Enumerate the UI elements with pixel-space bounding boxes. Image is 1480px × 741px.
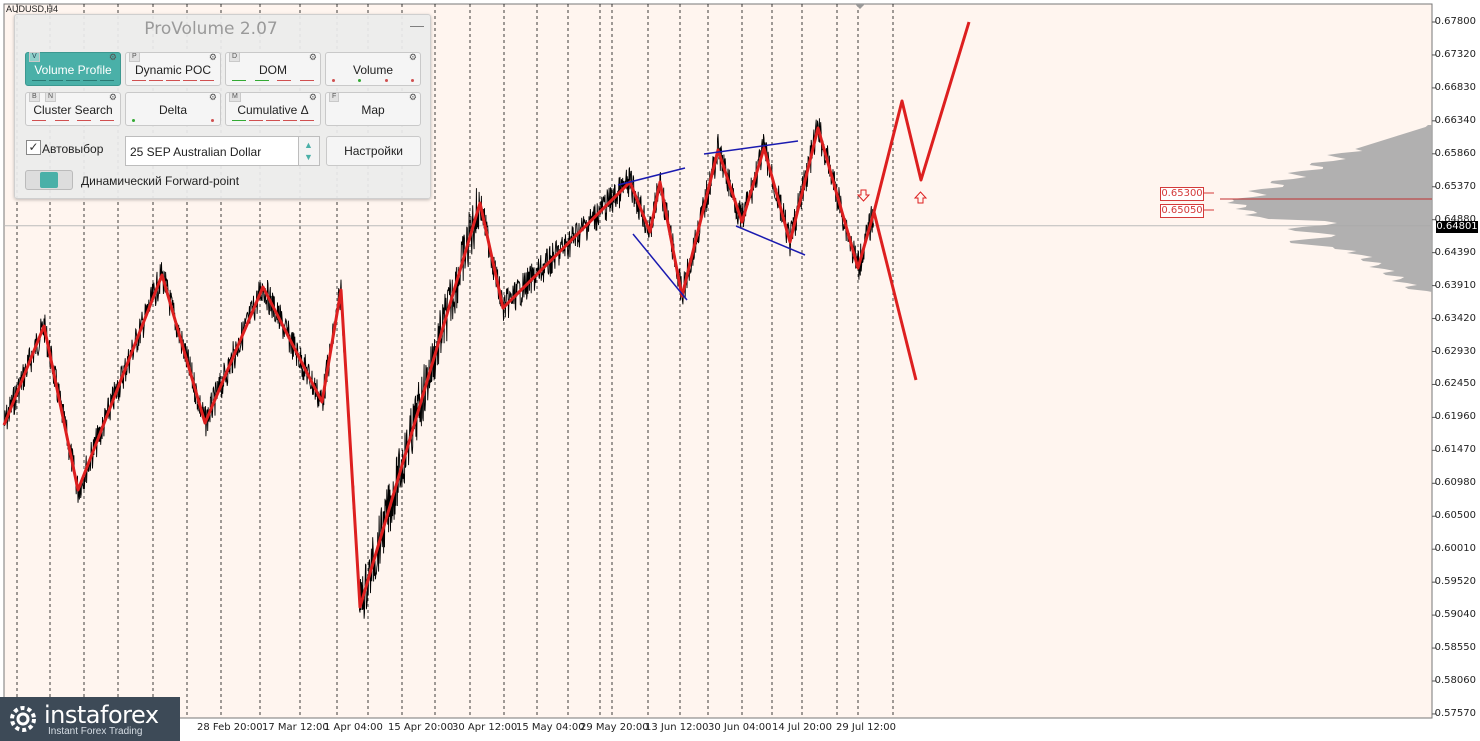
time-label: 15 May 04:00 [516,722,585,733]
cluster-search-button[interactable]: B N ⚙ Cluster Search [25,92,121,126]
price-level-label: 0.58550 [1434,642,1476,654]
button-label: Volume [352,63,394,77]
current-price-tag: 0.64801 [1436,221,1478,233]
price-level-label: 0.67800 [1434,16,1476,27]
logo-name: instaforex [44,701,159,729]
price-level-label: 0.61470 [1434,444,1476,456]
price-level-label: 0.57570 [1434,707,1476,719]
button-label: Map [361,103,385,117]
time-label: 14 Jul 20:00 [772,722,832,733]
auto-select-checkbox[interactable]: ✓ [26,140,41,155]
hotkey-badge: V [29,52,40,62]
button-label: Volume Profile [34,63,112,77]
map-button[interactable]: F ⚙ Map [325,92,421,126]
instaforex-logo: instaforex Instant Forex Trading [0,697,180,741]
dynamic-poc-button[interactable]: P ⚙ Dynamic POC [125,52,221,86]
price-level-label: 0.65370 [1434,180,1476,192]
time-label: 13 Jun 12:00 [645,722,709,733]
price-level-label: 0.62930 [1434,345,1476,357]
price-level-label: 0.63420 [1434,312,1476,324]
price-level-label: 0.59040 [1434,609,1476,621]
hotkey-badge: F [329,92,340,102]
gear-icon[interactable]: ⚙ [409,92,417,102]
time-label: 1 Apr 04:00 [324,722,383,733]
hotkey-badge: P [129,52,140,62]
gear-icon[interactable]: ⚙ [409,52,417,62]
hotkey-badge: D [229,52,241,62]
gear-icon[interactable]: ⚙ [309,92,317,102]
gear-icon[interactable]: ⚙ [109,92,117,102]
price-level-label: 0.64390 [1434,246,1476,258]
toggle-knob [40,172,58,188]
price-level-label: 0.58060 [1434,675,1476,686]
price-level-label: 0.66830 [1434,81,1476,93]
time-label: 30 Apr 12:00 [452,722,518,733]
delta-button[interactable]: ⚙ Delta [125,92,221,126]
gear-icon[interactable]: ⚙ [309,52,317,62]
gear-icon[interactable]: ⚙ [209,52,217,62]
price-level-label: 0.60010 [1434,543,1476,555]
volume-button[interactable]: ⚙ Volume [325,52,421,86]
time-label: 28 Feb 20:00 [197,722,263,733]
button-label: DOM [259,63,287,77]
gear-icon[interactable]: ⚙ [109,52,117,62]
price-level-label: 0.65860 [1434,147,1476,159]
auto-select-label: Автовыбор [42,142,104,156]
time-label: 17 Mar 12:00 [262,722,329,733]
hotkey-badge: B [29,92,40,102]
indicator-dots [232,119,314,122]
time-label: 30 Jun 04:00 [708,722,772,733]
price-level-label: 0.66340 [1434,114,1476,126]
hotkey-badge: N [45,92,57,102]
price-level-label: 0.67320 [1434,48,1476,60]
symbol-label: AUDUSD,H4 [6,4,59,14]
indicator-dots [32,119,114,122]
instrument-select[interactable]: 25 SEP Australian Dollar ▲ ▼ [125,136,320,166]
indicator-dots [132,119,214,122]
cumulative-delta-button[interactable]: M ⚙ Cumulative Δ [225,92,321,126]
settings-button[interactable]: Настройки [326,136,421,166]
hotkey-badge: M [229,92,241,102]
minimize-icon[interactable]: — [410,17,424,33]
indicator-dots [32,79,114,82]
button-label: Dynamic POC [134,63,211,77]
button-label: Cluster Search [33,103,113,117]
gear-logo-icon [10,706,36,732]
indicator-dots [132,79,214,82]
instrument-spinner[interactable]: ▲ ▼ [298,137,319,165]
panel-title: ProVolume 2.07 [144,19,278,39]
button-label: Cumulative Δ [237,103,309,117]
provolume-panel[interactable]: ProVolume 2.07 — V ⚙ Volume Profile P ⚙ … [14,14,431,199]
gear-icon[interactable]: ⚙ [209,92,217,102]
forward-point-toggle[interactable] [25,170,73,190]
chevron-up-icon[interactable]: ▲ [304,140,313,150]
dom-button[interactable]: D ⚙ DOM [225,52,321,86]
time-label: 15 Apr 20:00 [388,722,454,733]
forward-point-label: Динамический Forward-point [81,174,240,188]
instrument-value: 25 SEP Australian Dollar [130,145,262,159]
price-level-label: 0.59520 [1434,576,1476,588]
price-level-label: 0.60500 [1434,510,1476,522]
indicator-dots [332,79,414,82]
time-label: 29 Jul 12:00 [836,722,896,733]
button-label: Delta [158,103,187,117]
level-label-lower: 0.65050 [1160,204,1204,218]
price-level-label: 0.63910 [1434,279,1476,291]
indicator-dots [232,79,314,82]
price-level-label: 0.60980 [1434,477,1476,489]
logo-tagline: Instant Forex Trading [48,726,143,737]
chevron-down-icon[interactable]: ▼ [304,152,313,162]
volume-profile-button[interactable]: V ⚙ Volume Profile [25,52,121,86]
price-level-label: 0.61960 [1434,411,1476,423]
price-level-label: 0.62450 [1434,378,1476,390]
time-label: 29 May 20:00 [580,722,649,733]
level-label-upper: 0.65300 [1160,187,1204,201]
